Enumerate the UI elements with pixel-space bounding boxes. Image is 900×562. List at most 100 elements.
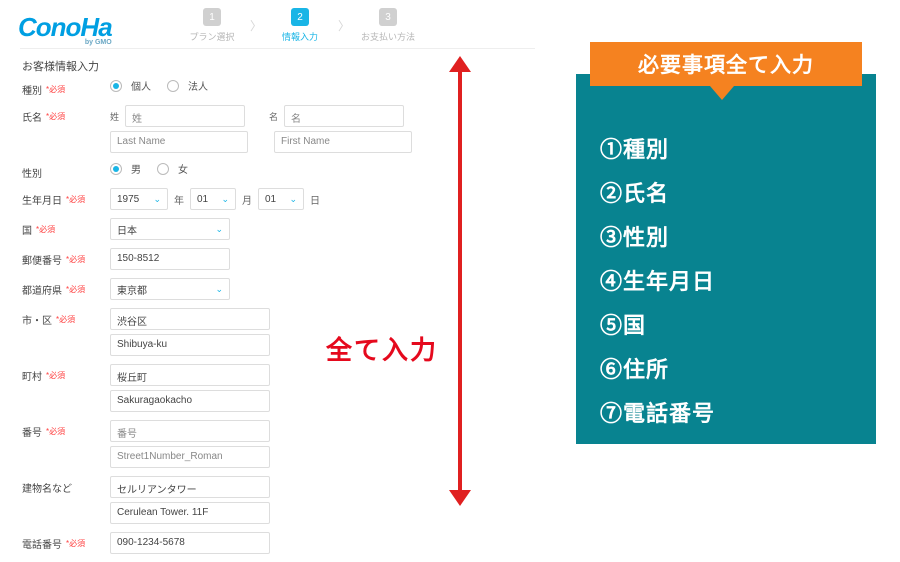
town-en-input[interactable]: Sakuragaokacho [110, 390, 270, 412]
street-en-input[interactable]: Street1Number_Roman [110, 446, 270, 468]
dob-month-select[interactable]: 01⌄ [190, 188, 236, 210]
required-badge: *必須 [66, 284, 85, 295]
checklist-item: ④生年月日 [600, 264, 852, 296]
chevron-right-icon: 〉 [338, 17, 350, 34]
row-gender: 性別 男 女 [22, 161, 442, 180]
chevron-down-icon: ⌄ [289, 194, 297, 205]
row-street: 番号 *必須 番号 Street1Number_Roman [22, 420, 442, 468]
arrow-line [458, 70, 462, 496]
banner: 必要事項全て入力 [590, 42, 862, 86]
prefecture-select[interactable]: 東京都⌄ [110, 278, 230, 300]
city-jp-input[interactable]: 渋谷区 [110, 308, 270, 330]
required-badge: *必須 [56, 314, 75, 325]
chevron-down-icon: ⌄ [221, 194, 229, 205]
radio-label[interactable]: 法人 [188, 78, 208, 93]
mei-heading: 名 [269, 110, 278, 123]
radio-label[interactable]: 個人 [131, 78, 151, 93]
form-panel: ConoHa by GMO 1 プラン選択 〉 2 情報入力 〉 3 お支払い方… [0, 0, 545, 506]
field-label: 市・区 *必須 [22, 308, 110, 327]
dob-year-select[interactable]: 1975⌄ [110, 188, 168, 210]
step-num: 2 [291, 8, 309, 26]
brand-logo: ConoHa by GMO [18, 12, 112, 46]
lastname-jp-input[interactable]: 姓 [125, 105, 245, 127]
required-badge: *必須 [66, 254, 85, 265]
required-badge: *必須 [46, 84, 65, 95]
town-jp-input[interactable]: 桜丘町 [110, 364, 270, 386]
checklist: ①種別 ②氏名 ③性別 ④生年月日 ⑤国 ⑥住所 ⑦電話番号 [600, 132, 852, 428]
row-town: 町村 *必須 桜丘町 Sakuragaokacho [22, 364, 442, 412]
step-info[interactable]: 2 情報入力 [268, 8, 332, 43]
step-label: 情報入力 [268, 30, 332, 43]
row-dob: 生年月日 *必須 1975⌄ 年 01⌄ 月 01⌄ 日 [22, 188, 442, 210]
chevron-right-icon: 〉 [250, 17, 262, 34]
checklist-item: ②氏名 [600, 176, 852, 208]
chevron-down-icon: ⌄ [215, 284, 223, 295]
unit-day: 日 [310, 192, 320, 207]
phone-input[interactable]: 090-1234-5678 [110, 532, 270, 554]
unit-month: 月 [242, 192, 252, 207]
radio-label[interactable]: 女 [178, 161, 188, 176]
field-label: 国 *必須 [22, 218, 110, 237]
required-badge: *必須 [46, 111, 65, 122]
required-badge: *必須 [46, 370, 65, 381]
form-rows: 種別 *必須 個人 法人 氏名 *必須 姓 姓 名 名 [22, 78, 442, 562]
chevron-down-icon: ⌄ [215, 224, 223, 235]
radio-individual[interactable] [110, 80, 122, 92]
row-prefecture: 都道府県 *必須 東京都⌄ [22, 278, 442, 300]
required-badge: *必須 [66, 194, 85, 205]
city-en-input[interactable]: Shibuya-ku [110, 334, 270, 356]
unit-year: 年 [174, 192, 184, 207]
street-jp-input[interactable]: 番号 [110, 420, 270, 442]
step-label: プラン選択 [180, 30, 244, 43]
arrow-caption: 全て入力 [326, 330, 438, 367]
required-badge: *必須 [36, 224, 55, 235]
brand-name: ConoHa [18, 12, 112, 42]
row-type: 種別 *必須 個人 法人 [22, 78, 442, 97]
info-panel: ①種別 ②氏名 ③性別 ④生年月日 ⑤国 ⑥住所 ⑦電話番号 [576, 74, 876, 444]
row-postal: 郵便番号 *必須 150-8512 [22, 248, 442, 270]
stepper: 1 プラン選択 〉 2 情報入力 〉 3 お支払い方法 [180, 8, 420, 43]
banner-tail-icon [710, 86, 734, 100]
row-country: 国 *必須 日本⌄ [22, 218, 442, 240]
building-jp-input[interactable]: セルリアンタワー [110, 476, 270, 498]
checklist-item: ⑥住所 [600, 352, 852, 384]
step-payment[interactable]: 3 お支払い方法 [356, 8, 420, 43]
required-badge: *必須 [46, 426, 65, 437]
radio-female[interactable] [157, 163, 169, 175]
section-title: お客様情報入力 [22, 58, 99, 74]
firstname-jp-input[interactable]: 名 [284, 105, 404, 127]
field-label: 建物名など [22, 476, 110, 495]
radio-corporate[interactable] [167, 80, 179, 92]
step-num: 3 [379, 8, 397, 26]
radio-male[interactable] [110, 163, 122, 175]
checklist-item: ③性別 [600, 220, 852, 252]
chevron-down-icon: ⌄ [153, 194, 161, 205]
field-label: 性別 [22, 161, 110, 180]
row-building: 建物名など セルリアンタワー Cerulean Tower. 11F [22, 476, 442, 524]
field-label: 生年月日 *必須 [22, 188, 110, 207]
country-select[interactable]: 日本⌄ [110, 218, 230, 240]
step-label: お支払い方法 [356, 30, 420, 43]
step-num: 1 [203, 8, 221, 26]
field-label: 種別 *必須 [22, 78, 110, 97]
checklist-item: ①種別 [600, 132, 852, 164]
field-label: 番号 *必須 [22, 420, 110, 439]
lastname-en-input[interactable]: Last Name [110, 131, 248, 153]
radio-label[interactable]: 男 [131, 161, 141, 176]
building-en-input[interactable]: Cerulean Tower. 11F [110, 502, 270, 524]
field-label: 都道府県 *必須 [22, 278, 110, 297]
postal-input[interactable]: 150-8512 [110, 248, 230, 270]
row-name: 氏名 *必須 姓 姓 名 名 Last Name First Name [22, 105, 442, 153]
step-plan[interactable]: 1 プラン選択 [180, 8, 244, 43]
row-phone: 電話番号 *必須 090-1234-5678 [22, 532, 442, 554]
checklist-item: ⑦電話番号 [600, 396, 852, 428]
field-label: 郵便番号 *必須 [22, 248, 110, 267]
firstname-en-input[interactable]: First Name [274, 131, 412, 153]
field-label: 電話番号 *必須 [22, 532, 110, 551]
sei-heading: 姓 [110, 110, 119, 123]
divider [20, 48, 535, 49]
required-badge: *必須 [66, 538, 85, 549]
dob-day-select[interactable]: 01⌄ [258, 188, 304, 210]
checklist-item: ⑤国 [600, 308, 852, 340]
field-label: 氏名 *必須 [22, 105, 110, 124]
